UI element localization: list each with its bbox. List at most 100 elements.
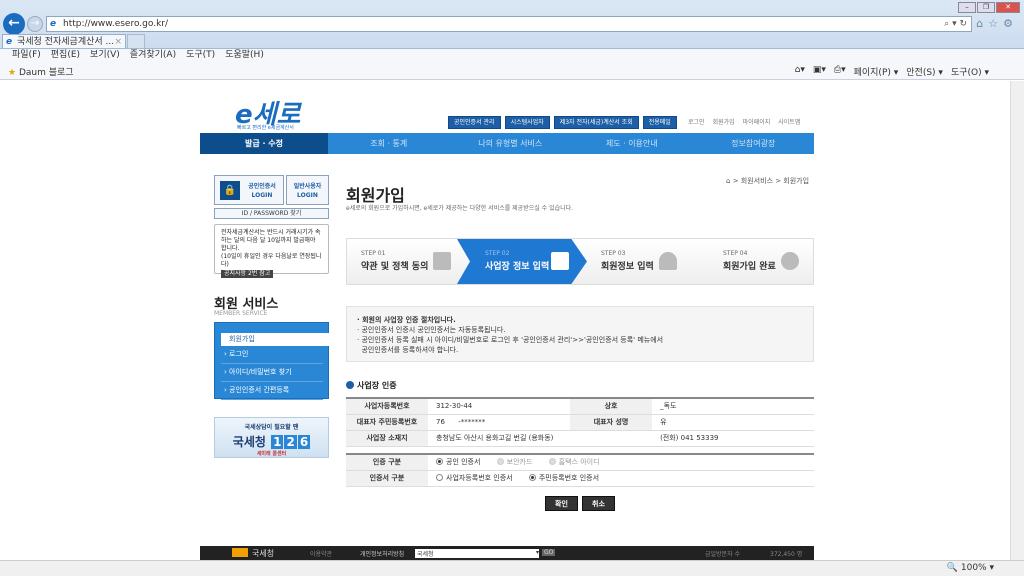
top-links: 로그인 회원가입 마이페이지 사이트맵 (688, 117, 800, 126)
company-name-value: _독도 (652, 398, 814, 415)
breadcrumb: ⌂ > 회원서비스 > 회원가입 (726, 176, 809, 186)
rss-icon[interactable]: ▣▾ (813, 65, 826, 78)
go-button[interactable]: GO (542, 549, 556, 556)
home-icon[interactable]: ⌂▾ (795, 65, 805, 78)
related-sites-select[interactable]: 국세청 ▾ (415, 549, 539, 558)
radio-personal-cert[interactable]: 주민등록번호 인증서 (528, 474, 599, 482)
url-text: http://www.esero.go.kr/ (63, 19, 169, 29)
banner-top-text: 국세상담이 필요할 땐 (244, 424, 299, 431)
cancel-button[interactable]: 취소 (582, 496, 615, 511)
terms-link[interactable]: 이용약관 (310, 549, 332, 558)
menu-view[interactable]: 보기(V) (90, 49, 120, 62)
menu-file[interactable]: 파일(F) (12, 49, 41, 62)
tools-menu[interactable]: 도구(O) ▾ (951, 65, 989, 78)
browser-tab[interactable]: e 국세청 전자세금계산서 ... × (2, 34, 126, 49)
dedicated-mail-button[interactable]: 전용메일 (642, 116, 677, 129)
menu-login[interactable]: › 로그인 (221, 346, 323, 364)
home-icon[interactable]: ⌂ (726, 177, 730, 185)
search-refresh-icon[interactable]: ⌕ ▾ ↻ (944, 17, 967, 31)
menu-find-id[interactable]: › 아이디/비밀번호 찾기 (221, 364, 323, 382)
third-party-lookup-button[interactable]: 제3자 전자(세금)계산서 조회 (553, 116, 639, 129)
ie-icon: e (50, 19, 57, 29)
cert-manage-button[interactable]: 공인인증서 관리 (448, 116, 501, 129)
tab-title: 국세청 전자세금계산서 ... (17, 37, 115, 47)
find-id-password-button[interactable]: ID / PASSWORD 찾기 (214, 208, 329, 219)
section-title: 사업장 인증 (346, 380, 397, 391)
zoom-level[interactable]: 🔍 100% ▾ (947, 563, 994, 573)
menu-tools[interactable]: 도구(T) (186, 49, 215, 62)
forward-button[interactable]: → (27, 16, 43, 32)
radio-hometax-id: 홈택스 아이디 (548, 458, 600, 466)
vertical-scrollbar[interactable] (1010, 81, 1024, 560)
menu-favorites[interactable]: 즐겨찾기(A) (130, 49, 176, 62)
favorites-star-icon[interactable]: ★ (8, 68, 16, 78)
new-tab-button[interactable] (127, 34, 145, 49)
page-menu[interactable]: 페이지(P) ▾ (854, 65, 899, 78)
restore-button[interactable]: ❐ (977, 2, 995, 13)
label: 인증 구분 (346, 454, 428, 471)
lock-icon: 🔒 (220, 181, 240, 200)
print-icon[interactable]: ⎙▾ (834, 65, 846, 78)
menu-cert-register[interactable]: › 공인인증서 간편등록 (221, 382, 323, 400)
back-button[interactable]: ← (3, 13, 25, 35)
address-bar[interactable]: e http://www.esero.go.kr/ ⌕ ▾ ↻ (46, 16, 972, 32)
home-favorites-gear-icons[interactable]: ⌂☆⚙ (976, 17, 1018, 30)
footer: 국세청 이용약관 개인정보처리방침 국세청 ▾ GO 금일방문자 수 372,45… (200, 546, 814, 560)
clipboard-icon (551, 252, 569, 270)
esero-logo[interactable]: e세로 빠르고 편리한 e세금계산서 (235, 94, 300, 131)
nts-logo: 국세청 (232, 548, 274, 559)
label: 사업장 소재지 (346, 430, 428, 447)
breadcrumb-text: > 회원서비스 > 회원가입 (732, 177, 810, 185)
notice-subtext: (10일이 휴일인 경우 다음날로 연장됩니다) (221, 253, 322, 268)
info-line: · 공인인증서 등록 실패 시 아이디/비밀번호로 로그인 후 '공인인증서 관… (357, 336, 664, 344)
privacy-link[interactable]: 개인정보처리방침 (360, 549, 404, 558)
nav-my-service[interactable]: 나의 유형별 서비스 (450, 133, 572, 154)
close-button[interactable]: ✕ (996, 2, 1020, 13)
person-icon (659, 252, 677, 270)
confirm-button[interactable]: 확인 (545, 496, 578, 511)
menu-help[interactable]: 도움말(H) (225, 49, 264, 62)
mypage-link[interactable]: 마이페이지 (743, 117, 771, 126)
nav-guide[interactable]: 제도 · 이용안내 (571, 133, 693, 154)
banner-sub-text: 세미래 콜센터 (256, 451, 287, 457)
menu-edit[interactable]: 편집(E) (51, 49, 80, 62)
system-vendor-button[interactable]: 시스템사업자 (504, 116, 550, 129)
signup-steps: STEP 01 약관 및 정책 동의 STEP 02 사업장 정보 입력 STEP … (346, 238, 814, 285)
address-value: 충청남도 아산시 용화고길 번길 (용화동) (428, 430, 653, 447)
top-buttons: 공인인증서 관리 시스템사업자 제3자 전자(세금)계산서 조회 전용메일 (448, 116, 677, 129)
cert-login-button[interactable]: 🔒 공인인증서 LOGIN (214, 175, 284, 205)
visitors-count: 372,450 명 (770, 551, 803, 558)
safety-menu[interactable]: 안전(S) ▾ (906, 65, 943, 78)
info-line: 공인인증서를 등록하셔야 합니다. (357, 346, 459, 354)
banner-digit: 6 (297, 435, 311, 449)
sitemap-link[interactable]: 사이트맵 (778, 117, 800, 126)
bullet-icon (346, 381, 354, 389)
general-login-label: 일반사용자 (293, 183, 322, 190)
nav-issue[interactable]: 발급 · 수정 (200, 133, 328, 154)
minimize-button[interactable]: – (958, 2, 976, 13)
business-info-table: 사업자등록번호 312-30-44 상호 _독도 대표자 주민등록번호 76 -****… (346, 397, 814, 447)
member-service-subtitle: MEMBER SERVICE (214, 310, 268, 317)
radio-biz-cert[interactable]: 사업자등록번호 인증서 (436, 474, 513, 482)
notice-link-button[interactable]: 공지사항 2번 참고 (221, 270, 274, 278)
window-controls: – ❐ ✕ (958, 2, 1020, 13)
close-tab-icon[interactable]: × (114, 35, 122, 49)
info-line: · 공인인증서 인증시 공인인증서는 자동등록됩니다. (357, 326, 506, 334)
nav-lookup[interactable]: 조회 · 통계 (328, 133, 450, 154)
info-box: · 회원의 사업장 인증 절차입니다. · 공인인증서 인증시 공인인증서는 자… (346, 306, 814, 362)
step-4: STEP 04 회원가입 완료 (709, 239, 813, 284)
banner-digit: 2 (284, 435, 297, 449)
web-page: e세로 빠르고 편리한 e세금계산서 공인인증서 관리 시스템사업자 제3자 전자(세… (0, 81, 1010, 560)
rep-id-value: 76 -******* (428, 414, 571, 431)
favorite-daum-blog[interactable]: Daum 블로그 (19, 68, 74, 78)
call-center-banner[interactable]: 국세상담이 필요할 땐 국세청 126 세미래 콜센터 (214, 417, 329, 458)
menu-join[interactable]: 회원가입 (221, 333, 330, 346)
status-bar: 🔍 100% ▾ (0, 560, 1024, 576)
radio-public-cert[interactable]: 공인 인증서 (436, 458, 480, 466)
login-link[interactable]: 로그인 (688, 117, 705, 126)
step-3: STEP 03 회원정보 입력 (587, 239, 697, 284)
nav-participation[interactable]: 정보참여광장 (693, 133, 815, 154)
main-nav: 발급 · 수정 조회 · 통계 나의 유형별 서비스 제도 · 이용안내 정보참여광장 (200, 133, 814, 154)
general-login-button[interactable]: 일반사용자 LOGIN (286, 175, 329, 205)
join-link[interactable]: 회원가입 (713, 117, 735, 126)
